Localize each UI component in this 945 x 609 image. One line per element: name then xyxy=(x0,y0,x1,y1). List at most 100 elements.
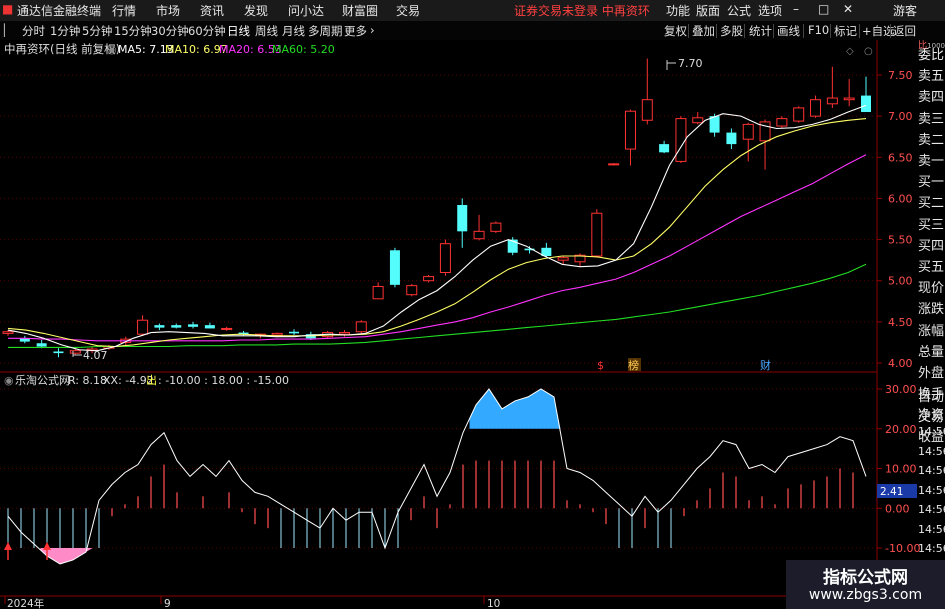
settings-dot-icon[interactable]: ◉ xyxy=(107,43,117,56)
candle-body-up xyxy=(810,99,822,117)
price-tick-label: 7.00 xyxy=(888,110,913,123)
sidebar-label-4: 卖二 xyxy=(918,132,945,148)
minimize-button[interactable]: – xyxy=(793,2,799,16)
sidebar-lower-6: 14:56 xyxy=(918,503,945,516)
period-tab-daily[interactable]: 日线 xyxy=(227,23,250,39)
sidebar-label-2: 卖四 xyxy=(918,90,945,106)
dividend-marker-icon[interactable]: $ xyxy=(597,359,604,372)
candle-body-up xyxy=(624,110,636,150)
sidebar-lower-4: 14:56 xyxy=(918,464,945,477)
candle-body-up xyxy=(406,285,418,296)
period-tab-1min[interactable]: 1分钟 xyxy=(50,23,80,39)
period-tab-15min[interactable]: 15分钟 xyxy=(114,23,152,39)
candle-body-down xyxy=(171,325,182,328)
close-button[interactable]: ✕ xyxy=(843,2,853,16)
app-logo-icon: ■ xyxy=(2,2,14,16)
diamond-icon[interactable]: ◇ xyxy=(846,46,854,57)
menu-item-trade[interactable]: 交易 xyxy=(396,2,420,19)
candle-body-down xyxy=(457,205,468,232)
candle-body-up xyxy=(692,117,704,124)
watermark-title: 指标公式网 xyxy=(823,568,908,588)
guest-label[interactable]: 游客 xyxy=(893,2,917,19)
maximize-button[interactable]: □ xyxy=(818,2,829,16)
sidebar-label-1: 卖五 xyxy=(918,69,945,85)
chevron-right-icon[interactable]: › xyxy=(370,23,375,37)
candle-body-up xyxy=(271,332,283,336)
candle-body-down xyxy=(188,324,199,327)
ma60-label: MA60: 5.20 xyxy=(272,43,335,56)
sub-indicator-title[interactable]: 乐淘公式网 xyxy=(15,374,70,387)
tool-statistics[interactable]: 统计 xyxy=(749,23,772,39)
panel-toggle-icon[interactable]: ▏ xyxy=(4,23,13,37)
price-tick-label: 5.00 xyxy=(888,275,913,288)
candle-body-up xyxy=(793,107,805,122)
candle-body-up xyxy=(2,331,14,334)
period-tab-multi[interactable]: 多周期 xyxy=(308,23,343,39)
high-price-label: 7.70 xyxy=(678,57,703,70)
tool-adjust[interactable]: 复权 xyxy=(664,23,687,39)
candle-body-up xyxy=(490,222,502,232)
sidebar-label-15: 外盘 xyxy=(918,366,945,381)
sidebar-label-12: 涨跌 xyxy=(918,302,945,318)
candle-body-up xyxy=(776,118,788,127)
menu-item-markets[interactable]: 市场 xyxy=(156,2,180,19)
tool-f10[interactable]: F10 xyxy=(808,23,829,37)
candle-body-down xyxy=(204,325,215,329)
period-tab-30min[interactable]: 30分钟 xyxy=(151,23,189,39)
candle-body-down xyxy=(659,144,670,153)
candle-body-down xyxy=(861,95,871,113)
period-tab-weekly[interactable]: 周线 xyxy=(255,23,278,39)
period-tab-5min[interactable]: 5分钟 xyxy=(82,23,112,39)
menu-item-function[interactable]: 功能 xyxy=(666,2,690,19)
sidebar-label-0: 委比 xyxy=(918,48,945,63)
menu-item-ask[interactable]: 问小达 xyxy=(288,2,324,19)
trade-login-status[interactable]: 证券交易未登录 中再资环 xyxy=(514,2,650,19)
date-label-2024: 2024年 xyxy=(7,597,44,609)
menu-item-news[interactable]: 资讯 xyxy=(200,2,224,19)
chart-area[interactable]: 7.50 7.00 6.50 6.00 5.50 5.00 4.50 4.00 中再资环(日线… xyxy=(0,40,945,609)
price-tick-label: 5.50 xyxy=(888,234,913,247)
finance-marker[interactable]: 财 xyxy=(760,358,771,372)
menu-item-wealth[interactable]: 财富圈 xyxy=(342,2,378,19)
period-tab-intraday[interactable]: 分时 xyxy=(22,23,45,39)
menu-item-layout[interactable]: 版面 xyxy=(696,2,720,19)
candle-body-down xyxy=(726,132,737,145)
sidebar-label-9: 买四 xyxy=(918,238,945,254)
period-tab-monthly[interactable]: 月线 xyxy=(282,23,305,39)
watermark-url: www.zbgs3.com xyxy=(808,587,923,603)
menu-bar: ■ 通达信金融终端 行情 市场 资讯 发现 问小达 财富圈 交易 证券交易未登录… xyxy=(0,0,945,22)
out-values: : -10.00 : 18.00 : -15.00 xyxy=(158,374,289,387)
tool-back[interactable]: 返回 xyxy=(893,23,916,39)
candle-body-up xyxy=(826,97,838,105)
candle-body-up xyxy=(473,230,485,240)
sidebar-lower-0[interactable]: 自动 xyxy=(918,386,945,407)
osc-tick-label: 0.00 xyxy=(885,502,910,515)
circle-icon[interactable]: ○ xyxy=(864,46,873,57)
period-tab-60min[interactable]: 60分钟 xyxy=(188,23,226,39)
low-price-label: 4.07 xyxy=(83,349,108,362)
tool-overlay[interactable]: 叠加 xyxy=(692,23,715,39)
tool-draw-line[interactable]: 画线 xyxy=(777,23,800,39)
menu-item-market[interactable]: 行情 xyxy=(112,2,136,19)
site-watermark: 指标公式网 www.zbgs3.com xyxy=(786,560,945,609)
sidebar-lower-1[interactable]: 交易 xyxy=(918,406,945,427)
osc-tick-label: 20.00 xyxy=(885,423,917,436)
menu-item-formula[interactable]: 公式 xyxy=(727,2,751,19)
stock-title[interactable]: 中再资环(日线 前复权) xyxy=(4,42,120,56)
period-tab-more[interactable]: 更多 xyxy=(344,23,367,39)
tool-multi-stock[interactable]: 多股 xyxy=(720,23,743,39)
osc-tick-label: -10.00 xyxy=(885,542,920,555)
sidebar-label-11: 现价 xyxy=(918,281,945,297)
tool-mark[interactable]: 标记 xyxy=(834,23,857,39)
osc-tick-label: 10.00 xyxy=(885,463,917,476)
ranking-marker[interactable]: 榜 xyxy=(628,358,639,372)
menu-item-options[interactable]: 选项 xyxy=(758,2,782,19)
candle-body-up xyxy=(641,99,653,121)
menu-item-discover[interactable]: 发现 xyxy=(244,2,268,19)
candle-body-up xyxy=(69,350,81,354)
sub-settings-icon[interactable]: ◉ xyxy=(4,374,14,387)
candle-body-up xyxy=(137,319,149,335)
price-tick-label: 4.50 xyxy=(888,316,913,329)
app-title: 通达信金融终端 xyxy=(17,4,102,18)
sidebar-lower-7: 14:56 xyxy=(918,522,945,536)
